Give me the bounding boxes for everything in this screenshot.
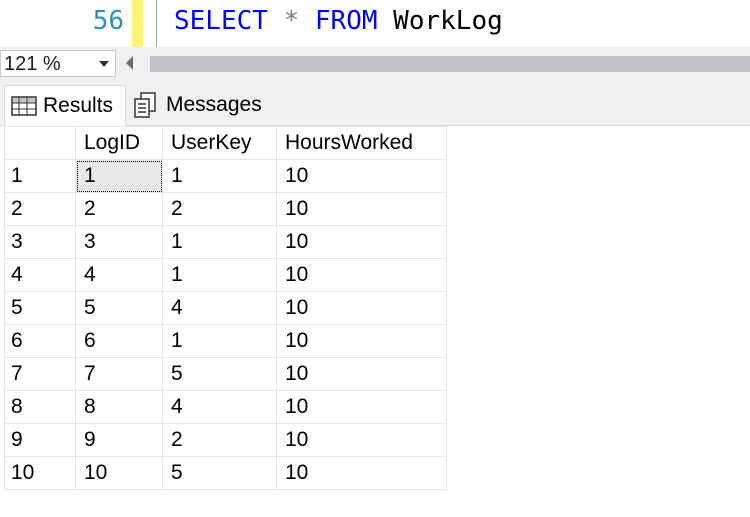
zoom-value: 121 %: [4, 53, 61, 75]
table-cell[interactable]: 8: [75, 390, 163, 424]
table-row: 3 3 1 10: [4, 225, 447, 259]
row-number[interactable]: 6: [4, 324, 76, 358]
table-cell[interactable]: 7: [75, 357, 163, 391]
table-row: 8 8 4 10: [4, 390, 447, 424]
keyword-from: FROM: [314, 6, 378, 36]
row-number[interactable]: 5: [4, 291, 76, 325]
table-row: 1 1 1 10: [4, 159, 447, 193]
query-editor[interactable]: 56 SELECT * FROM WorkLog: [0, 0, 750, 47]
row-number[interactable]: 2: [4, 192, 76, 226]
table-cell[interactable]: 10: [276, 357, 447, 391]
keyword-select: SELECT: [174, 6, 268, 36]
table-cell[interactable]: 10: [276, 390, 447, 424]
result-tabs: Results Messages: [0, 85, 750, 126]
column-header-logid[interactable]: LogID: [75, 126, 163, 160]
table-row: 9 9 2 10: [4, 423, 447, 457]
table-identifier: WorkLog: [393, 6, 503, 36]
table-cell[interactable]: 3: [75, 225, 163, 259]
table-cell[interactable]: 5: [162, 357, 277, 391]
table-cell[interactable]: 10: [276, 324, 447, 358]
row-number[interactable]: 4: [4, 258, 76, 292]
grid-icon: [11, 96, 37, 116]
table-cell[interactable]: 10: [276, 192, 447, 226]
row-number[interactable]: 3: [4, 225, 76, 259]
table-row: 6 6 1 10: [4, 324, 447, 358]
table-cell[interactable]: 10: [276, 456, 447, 490]
column-header-hoursworked[interactable]: HoursWorked: [276, 126, 447, 160]
results-table: LogID UserKey HoursWorked 1 1 1 10 2 2 2…: [4, 126, 447, 490]
tab-messages-label: Messages: [166, 93, 262, 116]
table-row: 5 5 4 10: [4, 291, 447, 325]
table-row: 10 10 5 10: [4, 456, 447, 490]
table-cell[interactable]: 4: [75, 258, 163, 292]
table-cell[interactable]: 6: [75, 324, 163, 358]
row-number[interactable]: 1: [4, 159, 76, 193]
table-cell[interactable]: 1: [75, 159, 163, 193]
table-cell[interactable]: 1: [162, 159, 277, 193]
column-header-userkey[interactable]: UserKey: [162, 126, 277, 160]
zoom-dropdown[interactable]: 121 %: [0, 50, 116, 77]
row-number[interactable]: 8: [4, 390, 76, 424]
table-cell[interactable]: 10: [276, 225, 447, 259]
table-cell[interactable]: 1: [162, 258, 277, 292]
operator-star: *: [283, 6, 300, 36]
line-number-gutter: 56: [0, 0, 132, 47]
table-cell[interactable]: 2: [162, 423, 277, 457]
tab-results-label: Results: [43, 94, 114, 117]
zoom-bar: 121 %: [0, 47, 750, 85]
table-cell[interactable]: 2: [162, 192, 277, 226]
change-tracking-bar: [132, 0, 143, 47]
table-cell[interactable]: 5: [75, 291, 163, 325]
table-cell[interactable]: 10: [276, 159, 447, 193]
corner-cell[interactable]: [4, 126, 76, 160]
row-number[interactable]: 10: [4, 456, 76, 490]
scroll-left-arrow-icon[interactable]: [126, 56, 133, 70]
table-cell[interactable]: 9: [75, 423, 163, 457]
line-number: 56: [92, 6, 124, 36]
row-number[interactable]: 9: [4, 423, 76, 457]
table-cell[interactable]: 1: [162, 225, 277, 259]
code-line[interactable]: SELECT * FROM WorkLog: [174, 6, 503, 36]
tab-messages[interactable]: Messages: [128, 85, 274, 125]
table-cell[interactable]: 10: [276, 258, 447, 292]
chevron-down-icon[interactable]: [99, 61, 109, 67]
table-row: 7 7 5 10: [4, 357, 447, 391]
table-cell[interactable]: 5: [162, 456, 277, 490]
table-cell[interactable]: 10: [276, 291, 447, 325]
tab-results[interactable]: Results: [4, 85, 126, 126]
messages-icon: [134, 92, 156, 118]
table-cell[interactable]: 4: [162, 291, 277, 325]
table-row: 4 4 1 10: [4, 258, 447, 292]
table-cell[interactable]: 1: [162, 324, 277, 358]
table-row: 2 2 2 10: [4, 192, 447, 226]
table-cell[interactable]: 10: [75, 456, 163, 490]
row-number[interactable]: 7: [4, 357, 76, 391]
horizontal-scrollbar[interactable]: [150, 56, 750, 72]
header-row: LogID UserKey HoursWorked: [4, 126, 447, 160]
table-cell[interactable]: 2: [75, 192, 163, 226]
outline-margin: [156, 0, 157, 47]
table-cell[interactable]: 10: [276, 423, 447, 457]
results-grid[interactable]: LogID UserKey HoursWorked 1 1 1 10 2 2 2…: [4, 126, 750, 517]
table-cell[interactable]: 4: [162, 390, 277, 424]
